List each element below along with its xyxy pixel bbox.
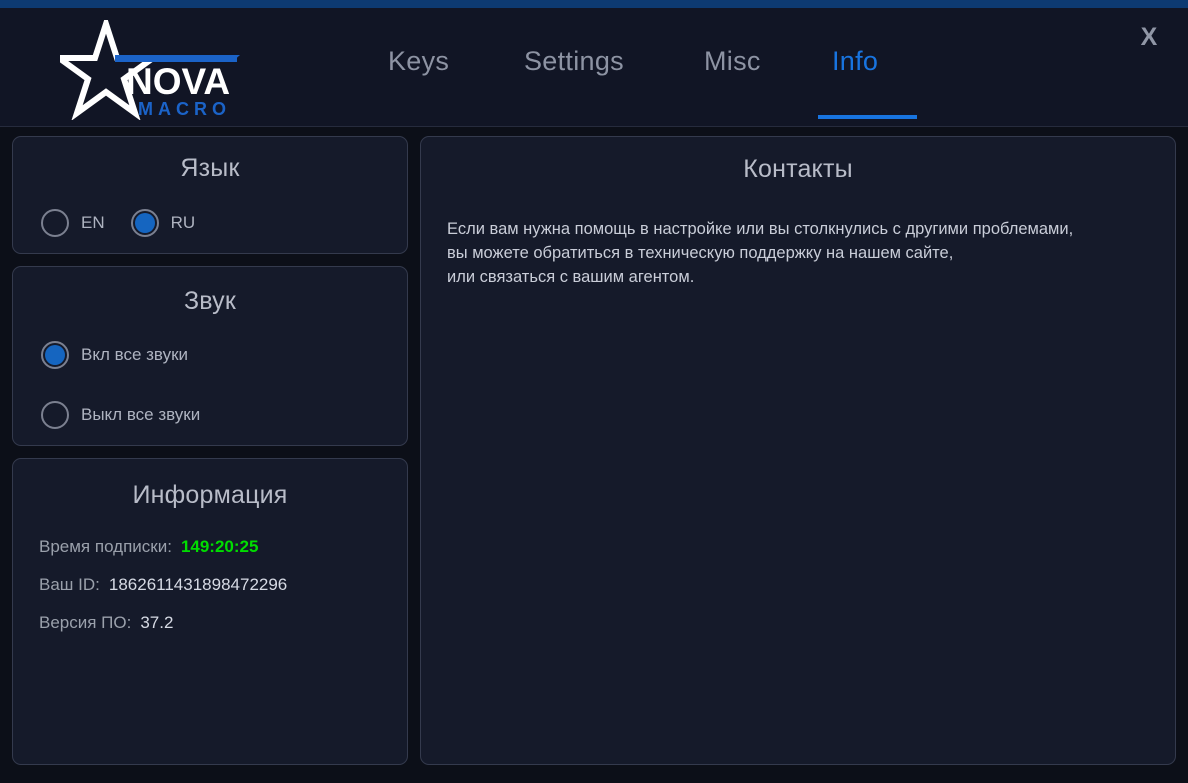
contacts-line-2: вы можете обратиться в техническую подде… (447, 241, 1149, 265)
info-value-subscription: 149:20:25 (181, 537, 259, 556)
sound-option-off[interactable]: Выкл все звуки (41, 401, 200, 429)
app-header: NOVA MACRO Keys Settings Misc Info X (0, 8, 1188, 127)
information-panel: Информация Время подписки: 149:20:25 Ваш … (12, 458, 408, 765)
contacts-line-3: или связаться с вашим агентом. (447, 265, 1149, 289)
window-accent-strip (0, 0, 1188, 8)
radio-language-ru-label[interactable]: RU (171, 213, 196, 233)
info-label-user-id: Ваш ID: (39, 575, 100, 594)
info-label-subscription: Время подписки: (39, 537, 172, 556)
radio-sound-on-label: Вкл все звуки (81, 345, 188, 365)
tab-keys[interactable]: Keys (388, 46, 449, 77)
radio-language-en-label[interactable]: EN (81, 213, 105, 233)
contacts-line-1: Если вам нужна помощь в настройке или вы… (447, 217, 1149, 241)
tab-misc[interactable]: Misc (704, 46, 761, 77)
contacts-panel-title: Контакты (421, 155, 1175, 184)
radio-language-en[interactable] (41, 209, 69, 237)
svg-text:MACRO: MACRO (138, 99, 231, 119)
main-content: Язык EN RU Звук Вкл все звуки Выкл все з… (0, 128, 1188, 783)
language-panel-title: Язык (13, 154, 407, 183)
info-row-version: Версия ПО: 37.2 (39, 613, 393, 633)
radio-sound-off[interactable] (41, 401, 69, 429)
info-value-user-id: 1862611431898472296 (109, 575, 287, 594)
sound-panel: Звук Вкл все звуки Выкл все звуки (12, 266, 408, 446)
contacts-panel: Контакты Если вам нужна помощь в настрой… (420, 136, 1176, 765)
info-label-version: Версия ПО: (39, 613, 131, 632)
sound-panel-title: Звук (13, 287, 407, 316)
tab-settings[interactable]: Settings (524, 46, 624, 77)
information-panel-title: Информация (13, 481, 407, 510)
tab-info[interactable]: Info (832, 46, 878, 77)
radio-language-ru[interactable] (131, 209, 159, 237)
language-options: EN RU (41, 209, 221, 237)
close-icon[interactable]: X (1132, 20, 1166, 54)
logo-graphic: NOVA MACRO (60, 20, 260, 120)
radio-sound-off-label: Выкл все звуки (81, 405, 200, 425)
info-value-version: 37.2 (140, 613, 173, 632)
tab-active-underline (818, 115, 917, 119)
info-row-subscription: Время подписки: 149:20:25 (39, 537, 393, 557)
app-logo: NOVA MACRO (60, 20, 260, 120)
radio-sound-on[interactable] (41, 341, 69, 369)
contacts-text: Если вам нужна помощь в настройке или вы… (447, 217, 1149, 289)
sound-option-on[interactable]: Вкл все звуки (41, 341, 188, 369)
language-panel: Язык EN RU (12, 136, 408, 254)
information-rows: Время подписки: 149:20:25 Ваш ID: 18626114… (39, 537, 393, 651)
app-window: NOVA MACRO Keys Settings Misc Info X Язы… (0, 0, 1188, 783)
svg-text:NOVA: NOVA (126, 61, 230, 102)
info-row-user-id: Ваш ID: 1862611431898472296 (39, 575, 393, 595)
